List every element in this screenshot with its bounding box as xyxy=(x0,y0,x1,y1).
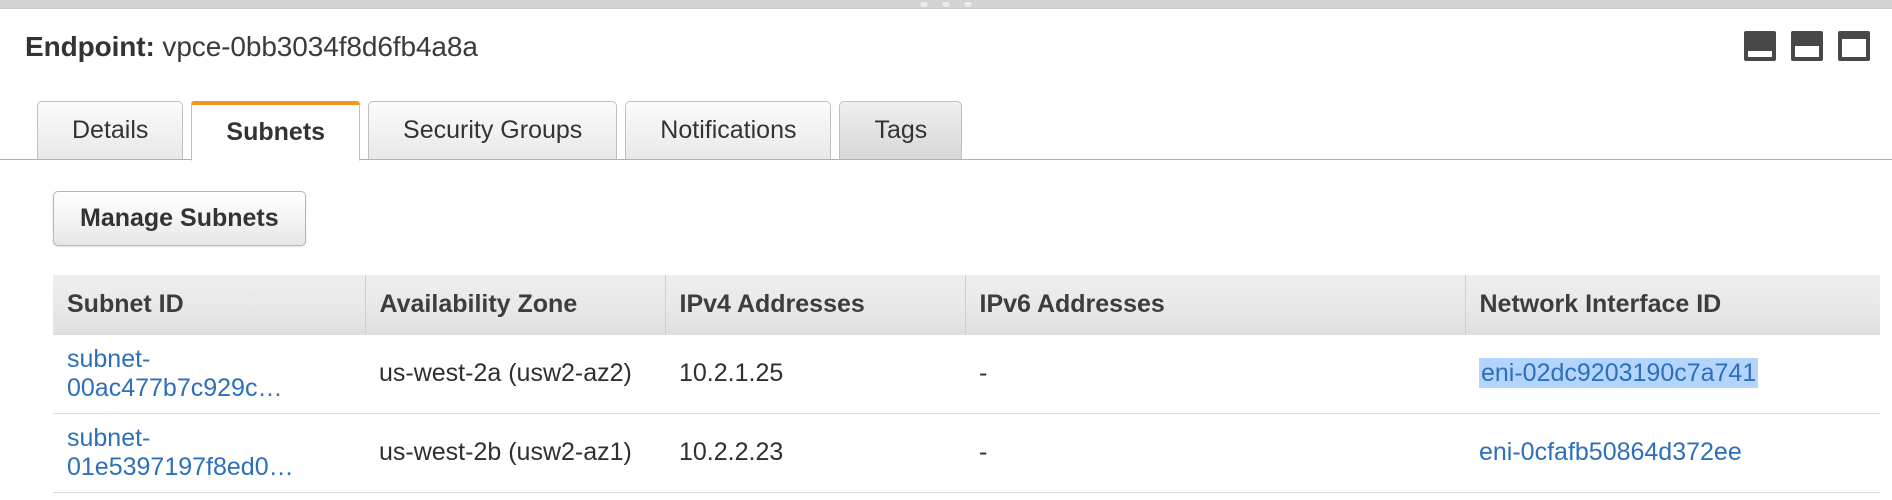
cell-availability-zone: us-west-2a (usw2-az2) xyxy=(365,333,665,413)
panel-size-medium-button[interactable] xyxy=(1791,31,1823,61)
cell-network-interface-id: eni-02dc9203190c7a741 xyxy=(1465,333,1880,413)
tab-details[interactable]: Details xyxy=(37,101,184,160)
column-header-ipv6-addresses[interactable]: IPv6 Addresses xyxy=(965,275,1466,334)
panel-size-controls xyxy=(1744,31,1870,61)
tab-list: Details Subnets Security Groups Notifica… xyxy=(37,101,963,161)
column-header-availability-zone[interactable]: Availability Zone xyxy=(365,275,666,334)
table-row: subnet-01e5397197f8ed0… us-west-2b (usw2… xyxy=(53,412,1880,493)
cell-ipv4-addresses: 10.2.2.23 xyxy=(665,412,965,493)
drag-dot-icon xyxy=(941,1,951,8)
cell-availability-zone: us-west-2b (usw2-az1) xyxy=(365,412,665,493)
endpoint-value: vpce-0bb3034f8d6fb4a8a xyxy=(162,31,478,62)
drag-dot-icon xyxy=(963,1,973,8)
panel-drag-bar[interactable] xyxy=(0,0,1892,9)
column-header-network-interface-id[interactable]: Network Interface ID xyxy=(1465,275,1880,334)
tab-tags[interactable]: Tags xyxy=(839,101,963,160)
drag-dot-icon xyxy=(919,1,929,8)
column-header-ipv4-addresses[interactable]: IPv4 Addresses xyxy=(665,275,966,334)
panel-large-icon xyxy=(1842,39,1866,57)
page-title: Endpoint: vpce-0bb3034f8d6fb4a8a xyxy=(25,31,478,63)
subnets-table-container: Subnet ID Availability Zone IPv4 Address… xyxy=(53,275,1880,493)
subnet-id-link[interactable]: subnet-01e5397197f8ed0… xyxy=(67,424,365,482)
subnets-table: Subnet ID Availability Zone IPv4 Address… xyxy=(53,275,1880,493)
tab-subnets[interactable]: Subnets xyxy=(191,101,361,161)
cell-subnet-id: subnet-00ac477b7c929c… xyxy=(53,333,365,413)
endpoint-label: Endpoint: xyxy=(25,31,155,62)
panel-small-icon xyxy=(1748,51,1772,57)
cell-network-interface-id: eni-0cfafb50864d372ee xyxy=(1465,412,1880,493)
subnet-id-link[interactable]: subnet-00ac477b7c929c… xyxy=(67,345,365,403)
table-body: subnet-00ac477b7c929c… us-west-2a (usw2-… xyxy=(53,333,1880,493)
panel-size-large-button[interactable] xyxy=(1838,31,1870,61)
panel-size-small-button[interactable] xyxy=(1744,31,1776,61)
cell-ipv6-addresses: - xyxy=(965,412,1465,493)
tab-security-groups[interactable]: Security Groups xyxy=(368,101,618,160)
table-header: Subnet ID Availability Zone IPv4 Address… xyxy=(53,275,1880,334)
tab-notifications[interactable]: Notifications xyxy=(625,101,832,160)
column-header-subnet-id[interactable]: Subnet ID xyxy=(53,275,366,334)
panel-header: Endpoint: vpce-0bb3034f8d6fb4a8a xyxy=(0,9,1892,100)
panel-medium-icon xyxy=(1795,46,1819,57)
network-interface-id-link[interactable]: eni-02dc9203190c7a741 xyxy=(1479,358,1759,388)
cell-ipv6-addresses: - xyxy=(965,333,1465,413)
table-header-row: Subnet ID Availability Zone IPv4 Address… xyxy=(53,275,1880,334)
table-row: subnet-00ac477b7c929c… us-west-2a (usw2-… xyxy=(53,333,1880,413)
network-interface-id-link[interactable]: eni-0cfafb50864d372ee xyxy=(1479,438,1742,466)
drag-handle-dots[interactable] xyxy=(919,1,973,8)
cell-subnet-id: subnet-01e5397197f8ed0… xyxy=(53,412,365,493)
tab-strip: Details Subnets Security Groups Notifica… xyxy=(0,100,1892,161)
manage-subnets-button[interactable]: Manage Subnets xyxy=(53,191,306,246)
action-bar: Manage Subnets xyxy=(0,160,1892,267)
cell-ipv4-addresses: 10.2.1.25 xyxy=(665,333,965,413)
